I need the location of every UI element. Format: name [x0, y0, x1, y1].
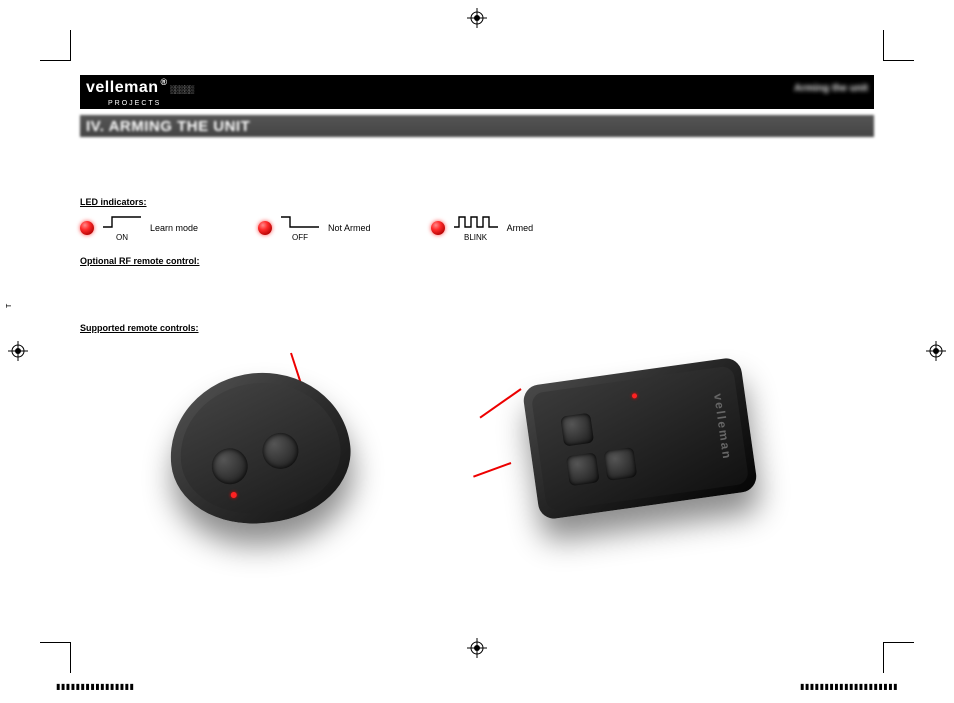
crop-mark-bl	[40, 642, 71, 673]
remotes-block: Supported remote controls: VM130T alarm …	[80, 323, 874, 543]
remote-rect-model: VM108	[450, 343, 479, 353]
crop-mark-br	[883, 642, 914, 673]
intro-text-a: When the unit is powered, as long as at …	[80, 151, 874, 163]
timestamp: ▮▮▮▮▮▮▮▮▮▮▮▮▮▮▮▮▮▮▮▮	[800, 682, 898, 691]
intro-text-b: When ready, the led will flash slowly. E…	[80, 171, 874, 183]
led-status-label: Learn mode	[150, 223, 198, 233]
remotes-title: Supported remote controls:	[80, 323, 874, 333]
led-status-row: ON Learn mode OFF Not Armed BLINK Armed	[80, 213, 874, 242]
crop-mark-tl	[40, 30, 71, 61]
led-status-on: ON Learn mode	[80, 213, 198, 242]
remote-rect-image: velleman	[522, 356, 759, 520]
waveform-on-icon: ON	[102, 213, 142, 242]
rf-block: Optional RF remote control: Connect the …	[80, 256, 874, 308]
document-tag: ▮▮▮▮▮▮▮▮▮▮▮▮▮▮▮▮	[56, 682, 134, 691]
section-title: IV. ARMING THE UNIT	[86, 118, 250, 135]
brand-logo: velleman® ░░░░░	[86, 79, 193, 97]
remote-led-icon	[632, 393, 638, 399]
pointer-line	[479, 388, 521, 418]
brand-dots-icon: ░░░░░	[170, 85, 193, 94]
led-block: LED indicators: ON Learn mode OFF Not Ar…	[80, 197, 874, 242]
remote-button-icon	[560, 412, 594, 446]
waveform-sub: OFF	[280, 233, 320, 242]
intro-block: When the unit is powered, as long as at …	[80, 151, 874, 183]
registration-mark-left	[8, 341, 28, 361]
registration-mark-top	[467, 8, 487, 28]
remote-oval-image	[163, 364, 358, 532]
led-status-off: OFF Not Armed	[258, 213, 371, 242]
waveform-blink-icon: BLINK	[453, 213, 499, 242]
waveform-sub: BLINK	[453, 233, 499, 242]
remote-led-icon	[230, 491, 237, 498]
crop-mark-tr	[883, 30, 914, 61]
led-block-title: LED indicators:	[80, 197, 874, 207]
remote-oval-dis-label: alarm off	[80, 451, 115, 461]
remote-brand-icon: velleman	[672, 408, 773, 446]
led-status-label: Armed	[507, 223, 534, 233]
led-status-label: Not Armed	[328, 223, 371, 233]
rf-line3: Disarm the alarm by pressing a button (*…	[80, 297, 874, 309]
waveform-off-icon: OFF	[280, 213, 320, 242]
page-content: velleman® ░░░░░ Arming the unit PROJECTS…	[80, 75, 874, 628]
remote-rect-dis-label: alarm off	[450, 459, 485, 469]
remote-oval-model: VM130T	[80, 363, 114, 373]
brand-subtitle: PROJECTS	[80, 99, 874, 109]
registration-mark-bottom	[467, 638, 487, 658]
remote-rect-arm-label: alarm on (*)	[450, 381, 497, 391]
led-icon	[80, 221, 94, 235]
side-tag: T	[6, 303, 13, 308]
remote-button-icon	[261, 431, 301, 471]
header-section-label: Arming the unit	[794, 83, 868, 94]
section-title-bar: IV. ARMING THE UNIT	[80, 115, 874, 137]
rf-line1: Connect the optional RF receiver module …	[80, 272, 874, 284]
waveform-sub: ON	[102, 233, 142, 242]
led-status-blink: BLINK Armed	[431, 213, 534, 242]
header-bar: velleman® ░░░░░ Arming the unit	[80, 75, 874, 101]
remote-button-icon	[566, 452, 600, 486]
rf-line2: Remote must be learned by pressing the l…	[80, 284, 874, 296]
remotes-row: VM130T alarm on (*) alarm off VM108 alar…	[80, 343, 874, 543]
led-icon	[258, 221, 272, 235]
remote-oval-wrap: VM130T alarm on (*) alarm off	[80, 343, 380, 543]
rf-block-title: Optional RF remote control:	[80, 256, 874, 266]
remote-button-icon	[603, 447, 637, 481]
brand-reg: ®	[160, 77, 167, 87]
led-icon	[431, 221, 445, 235]
remote-button-icon	[210, 446, 250, 486]
remote-oval-arm-label: alarm on (*)	[300, 343, 347, 353]
registration-mark-right	[926, 341, 946, 361]
remote-rect-wrap: VM108 alarm on (*) alarm off velleman	[450, 343, 770, 543]
brand-main: velleman	[86, 79, 158, 97]
